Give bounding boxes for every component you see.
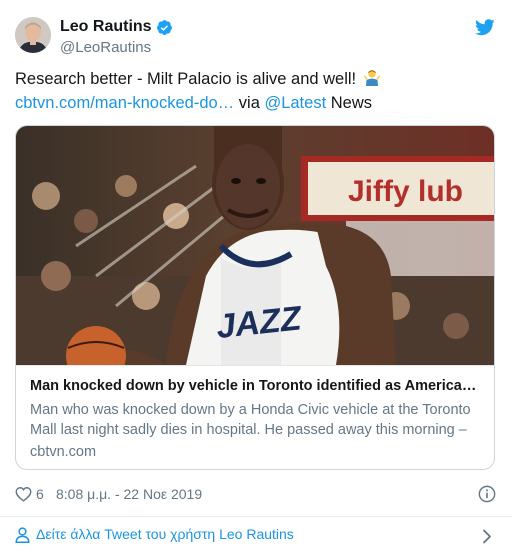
tweet-text: Research better - Milt Palacio is alive … — [15, 67, 497, 115]
divider — [0, 516, 512, 517]
heart-icon[interactable] — [15, 486, 32, 502]
tweet-timestamp[interactable]: 8:08 μ.μ. - 22 Νοε 2019 — [56, 484, 202, 504]
info-icon[interactable] — [478, 485, 496, 503]
embedded-tweet: Leo Rautins @LeoRautins Research better … — [0, 0, 512, 555]
tweet-suffix: News — [326, 94, 372, 112]
card-image[interactable]: Jiffy lub JAZZ — [16, 126, 494, 365]
author-handle[interactable]: @LeoRautins — [60, 38, 173, 58]
tweet-via: via — [234, 94, 265, 112]
more-tweets-label[interactable]: Δείτε άλλα Tweet του χρήστη Leo Rautins — [36, 522, 294, 546]
card-description: Man who was knocked down by a Honda Civi… — [30, 402, 471, 438]
tweet-link[interactable]: cbtvn.com/man-knocked-do… — [15, 94, 234, 112]
card-title[interactable]: Man knocked down by vehicle in Toronto i… — [30, 377, 480, 396]
tweet-text-body: Research better - Milt Palacio is alive … — [15, 70, 361, 88]
card-body: Man knocked down by vehicle in Toronto i… — [16, 365, 494, 469]
man-shrugging-emoji — [363, 69, 381, 87]
verified-badge-icon — [156, 19, 173, 36]
author-display-name[interactable]: Leo Rautins — [60, 17, 152, 37]
avatar[interactable] — [15, 17, 51, 53]
person-icon — [15, 526, 30, 543]
link-card[interactable]: Jiffy lub JAZZ Man knocked down by vehic… — [15, 125, 495, 470]
like-count[interactable]: 6 — [36, 484, 44, 504]
tweet-meta: 6 8:08 μ.μ. - 22 Νοε 2019 — [15, 484, 497, 504]
mention-link[interactable]: @Latest — [264, 94, 326, 112]
more-tweets-link[interactable]: Δείτε άλλα Tweet του χρήστη Leo Rautins — [15, 522, 497, 546]
chevron-right-icon — [482, 527, 492, 544]
author-names: Leo Rautins @LeoRautins — [60, 17, 173, 58]
twitter-bird-icon[interactable] — [475, 19, 495, 36]
image-sign-text: Jiffy lub — [348, 175, 463, 208]
tweet-header: Leo Rautins @LeoRautins — [15, 17, 497, 61]
card-domain: cbtvn.com — [30, 444, 97, 460]
